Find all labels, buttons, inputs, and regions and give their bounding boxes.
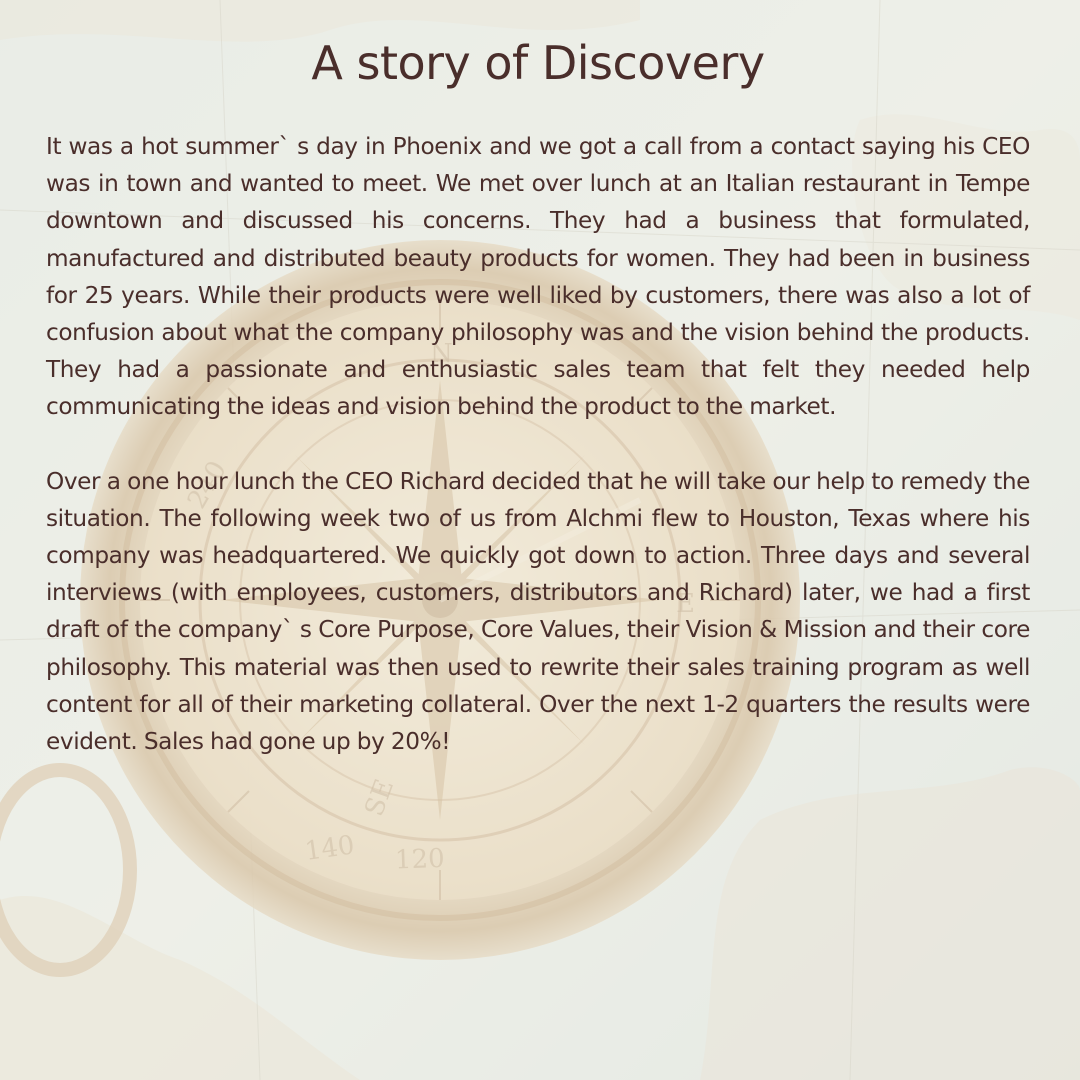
- story-paragraph-2: Over a one hour lunch the CEO Richard de…: [46, 467, 1030, 756]
- story-paragraph-1: It was a hot summer` s day in Phoenix an…: [46, 133, 1030, 421]
- page-title: A story of Discovery: [311, 36, 765, 90]
- story-content: A story of Discovery It was a hot summer…: [46, 32, 1030, 760]
